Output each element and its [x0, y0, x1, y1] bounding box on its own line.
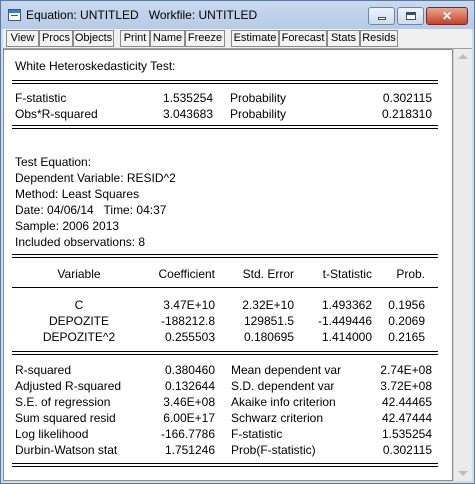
rule-table-1: [12, 254, 438, 255]
minimize-icon: [378, 17, 386, 20]
rule-summary-1: [12, 125, 438, 126]
equation-window: Equation: UNTITLED Workfile: UNTITLED ✕ …: [0, 0, 475, 484]
stat-value: 0.380460: [164, 363, 215, 377]
coef-t-statistic: 1.493362: [321, 298, 372, 312]
stat-label: Durbin-Watson stat: [15, 443, 118, 457]
coef-variable: C: [74, 298, 84, 312]
toolbar: View Procs Objects Print Name Freeze Est…: [3, 29, 472, 49]
stat-label: Adjusted R-squared: [15, 379, 122, 393]
summary-label: F-statistic: [15, 91, 67, 105]
maximize-icon: [406, 12, 416, 20]
stat-value: 0.132644: [164, 379, 215, 393]
stat-label: Schwarz criterion: [231, 411, 324, 425]
stats-button[interactable]: Stats: [327, 30, 360, 47]
rule-header: [12, 287, 438, 288]
col-header-coefficient: Coefficient: [158, 267, 215, 281]
summary-label: Obs*R-squared: [15, 107, 98, 121]
summary-prob-label: Probability: [230, 107, 287, 121]
stat-label: Prob(F-statistic): [231, 443, 316, 457]
coef-prob: 0.2165: [388, 330, 425, 344]
print-button[interactable]: Print: [120, 30, 150, 47]
vertical-scrollbar[interactable]: [453, 49, 472, 481]
stat-value: 2.74E+08: [380, 363, 432, 377]
window-title: Equation: UNTITLED Workfile: UNTITLED: [26, 8, 258, 22]
rule-top-1: [12, 80, 438, 81]
stat-label: F-statistic: [231, 427, 283, 441]
col-header-variable: Variable: [57, 267, 101, 281]
coef-value: 0.255503: [164, 330, 215, 344]
rule-bottom-1: [12, 463, 438, 464]
forecast-button[interactable]: Forecast: [279, 30, 327, 47]
method: Method: Least Squares: [15, 187, 140, 201]
title-bar[interactable]: Equation: UNTITLED Workfile: UNTITLED ✕: [1, 1, 474, 29]
procs-button[interactable]: Procs: [39, 30, 73, 47]
summary-value: 3.043683: [162, 107, 213, 121]
objects-button[interactable]: Objects: [73, 30, 114, 47]
stat-value: 1.535254: [381, 427, 432, 441]
stat-label: S.E. of regression: [15, 395, 111, 409]
freeze-button[interactable]: Freeze: [185, 30, 225, 47]
coef-std-error: 2.32E+10: [242, 298, 294, 312]
rule-top-2: [12, 83, 438, 84]
output-pane[interactable]: White Heteroskedasticity Test: F-statist…: [3, 49, 453, 481]
stat-value: 6.00E+17: [163, 411, 215, 425]
resids-button[interactable]: Resids: [360, 30, 398, 47]
coef-t-statistic: 1.414000: [321, 330, 372, 344]
included-observations: Included observations: 8: [15, 235, 146, 249]
coef-value: -188212.8: [160, 314, 215, 328]
rule-table-2: [12, 257, 438, 258]
stat-value: 1.751246: [164, 443, 215, 457]
sample: Sample: 2006 2013: [15, 219, 120, 233]
stat-label: Log likelihood: [15, 427, 89, 441]
stat-label: Mean dependent var: [231, 363, 342, 377]
test-title: White Heteroskedasticity Test:: [15, 59, 176, 73]
summary-prob: 0.302115: [382, 91, 432, 105]
coef-prob: 0.1956: [388, 298, 425, 312]
date-time: Date: 04/06/14 Time: 04:37: [15, 203, 167, 217]
maximize-button[interactable]: [397, 7, 424, 25]
rule-coef-2: [12, 354, 438, 355]
stat-label: Akaike info criterion: [231, 395, 336, 409]
stat-value: 3.72E+08: [380, 379, 432, 393]
summary-prob: 0.218310: [381, 107, 432, 121]
stat-value: 3.46E+08: [163, 395, 215, 409]
summary-value: 1.535254: [162, 91, 213, 105]
minimize-button[interactable]: [368, 7, 395, 25]
rule-coef-1: [12, 351, 438, 352]
close-icon: ✕: [441, 9, 453, 23]
rule-bottom-2: [12, 466, 438, 467]
coef-std-error: 0.180695: [243, 330, 294, 344]
stat-value: 42.44465: [381, 395, 432, 409]
stat-label: S.D. dependent var: [231, 379, 335, 393]
name-button[interactable]: Name: [150, 30, 185, 47]
estimate-button[interactable]: Estimate: [231, 30, 279, 47]
stat-value: -166.7786: [160, 427, 215, 441]
col-header-t-statistic: t-Statistic: [322, 267, 372, 281]
coef-variable: DEPOZITE^2: [42, 330, 116, 344]
equation-window-icon: [8, 9, 21, 21]
col-header-prob: Prob.: [396, 267, 425, 281]
stat-value: 0.302115: [382, 443, 432, 457]
coef-variable: DEPOZITE: [48, 314, 109, 328]
view-button[interactable]: View: [6, 30, 39, 47]
coef-value: 3.47E+10: [163, 298, 215, 312]
summary-prob-label: Probability: [230, 91, 287, 105]
coef-t-statistic: -1.449446: [317, 314, 372, 328]
close-button[interactable]: ✕: [426, 7, 468, 25]
rule-summary-2: [12, 128, 438, 129]
coef-prob: 0.2069: [388, 314, 425, 328]
stat-label: R-squared: [15, 363, 72, 377]
stat-label: Sum squared resid: [15, 411, 116, 425]
test-equation-heading: Test Equation:: [15, 155, 92, 169]
dependent-variable: Dependent Variable: RESID^2: [15, 171, 176, 185]
stat-value: 42.47444: [381, 411, 432, 425]
col-header-std-error: Std. Error: [242, 267, 294, 281]
coef-std-error: 129851.5: [243, 314, 294, 328]
